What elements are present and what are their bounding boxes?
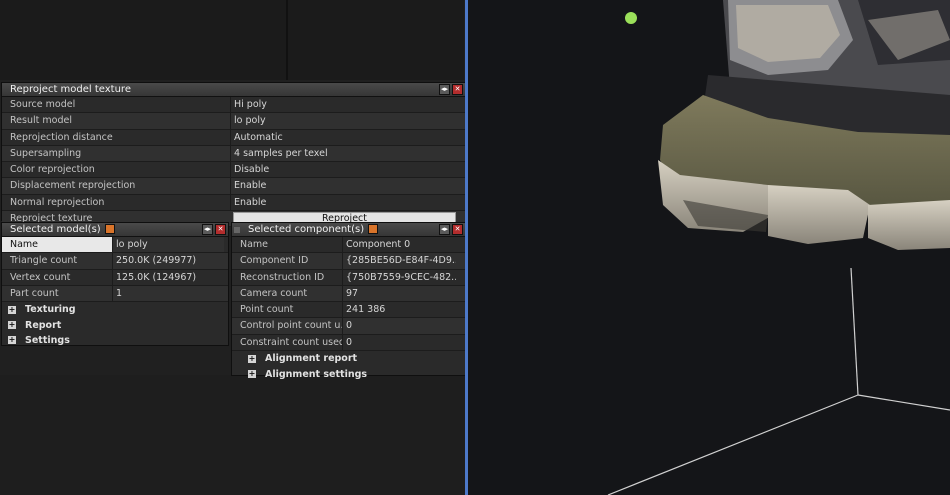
- selected-models-title: Selected model(s): [10, 224, 101, 235]
- property-label: Supersampling: [10, 147, 82, 159]
- property-label: Vertex count: [10, 271, 71, 283]
- selected-components-title: Selected component(s): [248, 224, 365, 235]
- property-label: Point count: [240, 304, 294, 316]
- section-report[interactable]: + Report: [2, 317, 228, 332]
- property-value[interactable]: Automatic: [230, 129, 462, 145]
- empty-lower-pane: [0, 375, 466, 495]
- property-label: Displacement reprojection: [10, 180, 136, 192]
- close-icon[interactable]: ✕: [452, 224, 463, 235]
- property-row[interactable]: Control point count u... 0: [232, 318, 465, 335]
- property-value[interactable]: lo poly: [230, 113, 462, 129]
- selected-models-panel: Selected model(s) ◂▸ ✕ Name lo poly Trian…: [1, 222, 229, 346]
- property-row[interactable]: Source model Hi poly: [2, 97, 465, 114]
- property-label: Triangle count: [10, 255, 78, 267]
- property-value: 250.0K (249977): [112, 253, 224, 269]
- shoe-model[interactable]: [658, 0, 950, 250]
- section-alignment-settings[interactable]: + Alignment settings: [232, 366, 465, 381]
- bbox-edge: [850, 267, 859, 396]
- section-label: Texturing: [25, 304, 76, 316]
- property-row[interactable]: Vertex count 125.0K (124967): [2, 269, 228, 286]
- 3d-viewport[interactable]: [468, 0, 950, 495]
- dock-icon[interactable]: ◂▸: [202, 224, 213, 235]
- section-texturing[interactable]: + Texturing: [2, 302, 228, 317]
- property-label: Reprojection distance: [10, 131, 113, 143]
- bbox-edge: [607, 394, 859, 495]
- property-value: 0: [342, 318, 456, 334]
- property-label: Component ID: [240, 255, 309, 267]
- property-value: 1: [112, 285, 224, 302]
- pin-icon[interactable]: [104, 224, 115, 234]
- bbox-edge: [857, 394, 950, 411]
- property-label: Control point count u...: [240, 320, 342, 332]
- section-settings[interactable]: + Settings: [2, 333, 228, 348]
- property-row[interactable]: Reconstruction ID {750B7559-9CEC-482...: [232, 269, 465, 286]
- property-row[interactable]: Component ID {285BE56D-E84F-4D9...: [232, 253, 465, 270]
- property-value: {285BE56D-E84F-4D9...: [342, 253, 456, 269]
- property-label: Part count: [10, 287, 59, 299]
- close-icon[interactable]: ✕: [452, 84, 463, 95]
- property-row[interactable]: Name Component 0: [232, 237, 465, 254]
- property-value: 97: [342, 285, 456, 302]
- property-label: Color reprojection: [10, 164, 95, 176]
- expand-plus-icon[interactable]: +: [8, 336, 16, 345]
- property-label: Name: [240, 239, 269, 250]
- property-row[interactable]: Point count 241 386: [232, 302, 465, 319]
- section-alignment-report[interactable]: + Alignment report: [232, 351, 465, 366]
- panel-grip-icon[interactable]: [234, 227, 240, 233]
- property-label: Constraint count used: [240, 336, 342, 348]
- reproject-panel: Reproject model texture ◂▸ ✕ Source mode…: [1, 82, 466, 228]
- property-row[interactable]: Reprojection distance Automatic: [2, 129, 465, 146]
- camera-marker-icon[interactable]: [625, 12, 637, 24]
- expand-plus-icon[interactable]: +: [248, 370, 256, 379]
- property-value[interactable]: Component 0: [342, 237, 456, 253]
- viewport-scene: [607, 0, 950, 495]
- property-value: 125.0K (124967): [112, 269, 224, 285]
- property-row[interactable]: Name lo poly: [2, 237, 228, 254]
- property-row[interactable]: Result model lo poly: [2, 113, 465, 130]
- section-label: Report: [25, 319, 62, 331]
- property-label: Reconstruction ID: [240, 271, 325, 283]
- reproject-panel-title: Reproject model texture: [10, 84, 131, 95]
- empty-view-pane-2: [288, 0, 464, 80]
- property-value: 241 386: [342, 302, 456, 318]
- property-row[interactable]: Constraint count used 0: [232, 334, 465, 352]
- property-row[interactable]: Normal reprojection Enable: [2, 194, 465, 212]
- property-row[interactable]: Part count 1: [2, 285, 228, 303]
- property-label: Result model: [10, 115, 72, 127]
- dock-icon[interactable]: ◂▸: [439, 224, 450, 235]
- selected-components-titlebar: Selected component(s) ◂▸ ✕: [232, 223, 465, 237]
- expand-plus-icon[interactable]: +: [248, 354, 256, 363]
- property-value[interactable]: Enable: [230, 178, 462, 194]
- property-value: {750B7559-9CEC-482...: [342, 269, 456, 285]
- expand-plus-icon[interactable]: +: [8, 321, 16, 330]
- reproject-panel-titlebar: Reproject model texture ◂▸ ✕: [2, 83, 465, 97]
- close-icon[interactable]: ✕: [215, 224, 226, 235]
- selected-components-panel: Selected component(s) ◂▸ ✕ Name Component…: [231, 222, 466, 380]
- selected-models-titlebar: Selected model(s) ◂▸ ✕: [2, 223, 228, 237]
- property-row[interactable]: Camera count 97: [232, 285, 465, 303]
- expand-plus-icon[interactable]: +: [8, 305, 16, 314]
- property-row[interactable]: Triangle count 250.0K (249977): [2, 253, 228, 270]
- property-row[interactable]: Supersampling 4 samples per texel: [2, 145, 465, 163]
- empty-view-pane-1: [0, 0, 288, 80]
- section-label: Alignment report: [265, 353, 358, 365]
- dock-icon[interactable]: ◂▸: [439, 84, 450, 95]
- property-label: Name: [2, 237, 112, 253]
- property-value[interactable]: Disable: [230, 162, 462, 178]
- property-label: Normal reprojection: [10, 196, 105, 208]
- property-value[interactable]: Enable: [230, 194, 462, 211]
- property-value: 0: [342, 334, 456, 351]
- property-value[interactable]: Hi poly: [230, 97, 462, 113]
- property-value[interactable]: lo poly: [112, 237, 224, 253]
- property-label: Camera count: [240, 287, 308, 299]
- section-label: Settings: [25, 334, 70, 346]
- property-row[interactable]: Color reprojection Disable: [2, 162, 465, 179]
- property-label: Source model: [10, 99, 76, 110]
- property-value[interactable]: 4 samples per texel: [230, 145, 462, 162]
- property-row[interactable]: Displacement reprojection Enable: [2, 178, 465, 195]
- pin-icon[interactable]: [368, 224, 379, 234]
- section-label: Alignment settings: [265, 368, 368, 380]
